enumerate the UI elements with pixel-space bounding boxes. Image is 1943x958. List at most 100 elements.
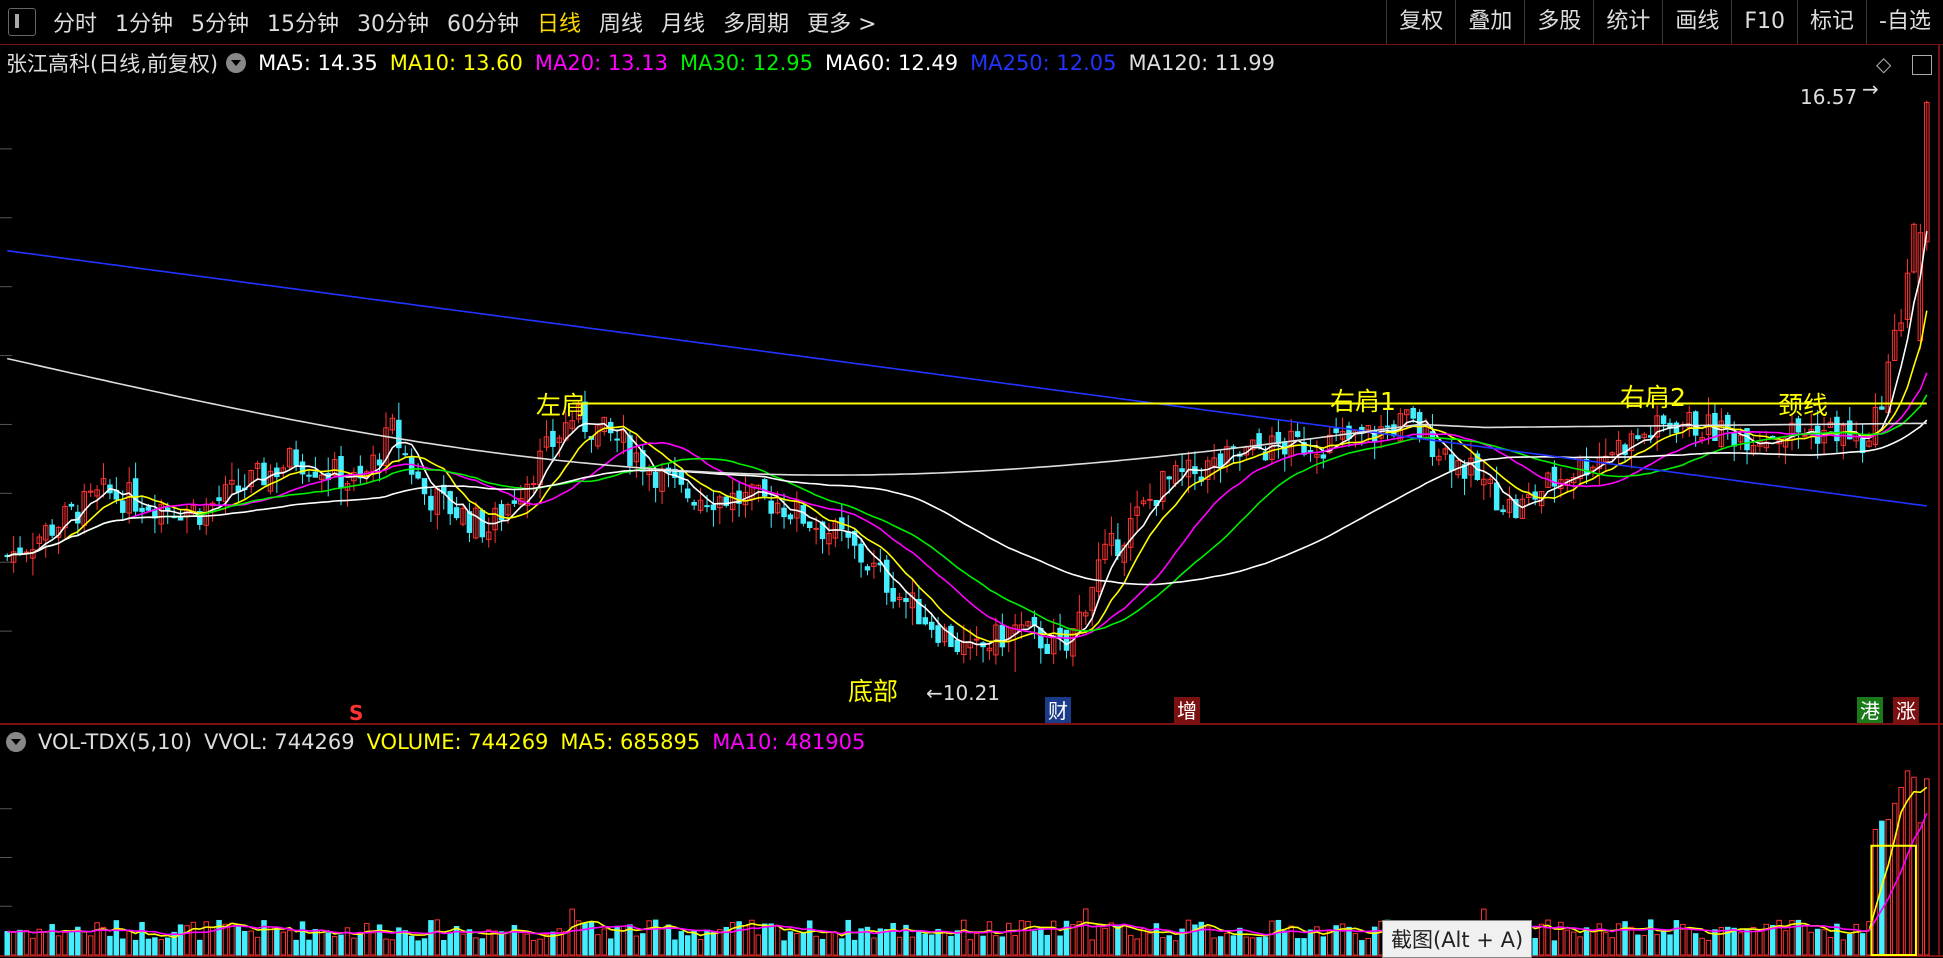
volume-bar [794,932,800,956]
volume-bar [42,930,49,956]
candle-body [1802,434,1808,437]
volume-ma5-line [7,786,1928,939]
vol-title[interactable]: VOL-TDX(5,10) [38,730,192,754]
volume-bar [132,939,139,956]
vvol-value: VVOL: 744269 [204,730,355,754]
candle-body [139,507,145,512]
volume-bar [851,939,858,956]
gang-marker[interactable]: 港 [1860,699,1880,723]
volume-bar [1262,936,1269,956]
volume-bar [941,932,948,956]
volume-bar [1808,931,1814,956]
volume-bar [434,919,441,956]
volume-bar [1115,924,1121,956]
volume-bar [607,938,614,956]
volume-bar [986,921,993,956]
volume-bar [421,938,428,956]
candle-body [1147,498,1153,501]
volume-bar [1551,940,1558,956]
volume-bar [1641,934,1648,956]
volume-bar [1294,938,1301,956]
volume-bar [49,924,55,956]
volume-bar [306,939,312,956]
volume-bar [267,926,274,956]
volume-bar [967,939,973,956]
volume-bar [1301,938,1307,956]
volume-menu-icon[interactable] [6,732,26,752]
candle-body [550,430,556,447]
volume-bar [1108,922,1115,956]
volume-bar [280,931,287,956]
cai-marker[interactable]: 财 [1048,699,1068,723]
zhang-marker[interactable]: 涨 [1896,699,1916,723]
volume-bar [10,931,17,956]
volume-bar [81,931,87,956]
candle-body [1320,454,1327,459]
volume-bar [710,931,717,956]
volume-bar [1211,937,1217,956]
volume-bar [1018,920,1025,956]
candle-body [614,438,620,441]
volume-bar [363,922,370,956]
volume-bar [1686,927,1692,956]
candle-body [1057,627,1063,638]
screenshot-tooltip: 截图(Alt + A) [1382,920,1533,958]
volume-bar [1577,936,1583,956]
volume-bar [1127,934,1134,956]
candle-body [652,471,659,488]
volume-bar [1660,929,1667,956]
volume-bar [1532,937,1538,956]
volume-bar [922,933,929,956]
volume-bar [1847,934,1853,956]
candle-body [1500,509,1506,513]
candle-body [1031,616,1038,626]
volume-bar [1230,935,1237,956]
volume-bar [1840,939,1847,956]
volume-bar [1147,932,1153,956]
candle-body [49,524,55,536]
low-price-label: ←10.21 [926,681,1000,705]
candle-body [293,449,299,466]
volume-bar [460,933,466,956]
volume-bar [928,934,935,956]
volume-bar [1326,930,1333,956]
volume-bar [1744,929,1750,956]
volume-bar [1821,929,1827,956]
volume-bar [1237,927,1243,956]
volume-bar [1217,936,1224,956]
candle-body [1179,468,1185,473]
volume-bar [68,930,75,956]
candle-body [306,474,312,477]
candle-body [973,638,980,641]
volume-bar [428,920,434,956]
volume-bar [961,919,967,956]
left-shoulder-label: 左肩 [536,391,586,420]
candle-body [928,621,935,630]
volume-bar [1307,929,1314,956]
candle-body [1333,428,1339,434]
candle-body [145,506,152,511]
volume-bar [1070,924,1076,956]
candle-body [132,478,139,512]
volume-bar [1275,919,1282,956]
volume-bar [1692,933,1699,956]
volume-bar [1769,924,1776,956]
volume-bar [229,922,235,956]
volume-bar [1757,930,1763,956]
volume-bar [1185,919,1192,956]
volume-bar [543,934,550,956]
high-price-label: 16.57 [1800,85,1857,109]
volume-bar [505,931,511,956]
volume-bar [1782,930,1789,956]
s-marker[interactable]: S [349,701,363,725]
kline-chart[interactable]: 左肩 右肩1 右肩2 颈线 底部 ←10.21 16.57 → S 财 增 港 … [0,0,1943,957]
volume-bars [4,770,1930,956]
volume-bar [646,920,652,956]
volume-bar [389,939,396,956]
volume-bar [100,926,107,956]
zeng-marker[interactable]: 增 [1177,699,1197,723]
volume-bar [479,938,486,956]
volume-bar [1224,932,1230,956]
volume-bar [87,935,94,956]
volume-bar [1872,828,1879,956]
